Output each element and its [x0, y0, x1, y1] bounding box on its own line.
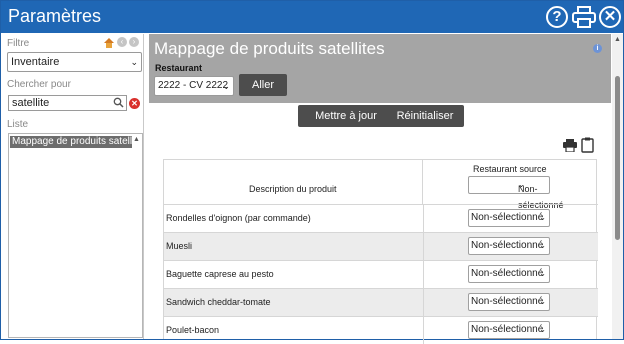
table-row: Muesli Non-sélectionné ⌄: [164, 232, 598, 260]
column-header-source-label: Restaurant source: [473, 164, 547, 174]
source-filter-select[interactable]: Non-sélectionné ⌄: [468, 176, 564, 210]
print-icon[interactable]: [563, 139, 577, 152]
back-icon[interactable]: ‹: [117, 37, 127, 47]
update-button[interactable]: Mettre à jour: [298, 105, 394, 127]
clipboard-icon[interactable]: [581, 137, 594, 153]
filter-select[interactable]: Inventaire ⌄: [7, 52, 142, 72]
page-title: Mappage de produits satellites: [154, 39, 385, 58]
chevron-down-icon: ⌄: [539, 297, 546, 306]
source-restaurant-select[interactable]: Non-sélectionné ⌄: [468, 265, 550, 283]
source-select-value: Non-sélectionné: [471, 240, 544, 251]
column-divider: [423, 205, 424, 232]
main-panel: Mappage de produits satellites i Restaur…: [149, 34, 623, 344]
column-header-description: Description du produit: [164, 160, 423, 204]
product-description: Muesli: [166, 241, 193, 251]
settings-window: Paramètres ? ✕ Filtre ‹ › Inventaire ⌄ C…: [0, 0, 624, 344]
restaurant-select-value: 2222 - CV 2222: [158, 80, 229, 91]
product-description: Sandwich cheddar-tomate: [166, 297, 271, 307]
table-row: Rondelles d'oignon (par commande) Non-sé…: [164, 204, 598, 232]
column-divider: [423, 289, 424, 316]
result-list: Mappage de produits satellites ▲: [8, 133, 143, 338]
product-description: Poulet-bacon: [166, 325, 220, 335]
column-divider: [423, 261, 424, 288]
column-divider: [423, 233, 424, 260]
search-input[interactable]: satellite: [8, 95, 127, 111]
source-restaurant-select[interactable]: Non-sélectionné ⌄: [468, 293, 550, 311]
title-bar: Paramètres ? ✕: [1, 1, 623, 33]
chevron-down-icon: ⌄: [539, 269, 546, 278]
scroll-up-icon[interactable]: ▲: [614, 36, 621, 43]
chevron-down-icon: ⌄: [518, 180, 525, 189]
page-header: Mappage de produits satellites i Restaur…: [149, 34, 611, 103]
search-label: Chercher pour: [7, 79, 71, 90]
close-icon[interactable]: ✕: [599, 6, 621, 28]
clear-search-icon[interactable]: ✕: [129, 98, 140, 109]
search-input-value: satellite: [12, 97, 50, 109]
chevron-down-icon: ⌄: [539, 213, 546, 222]
restaurant-label: Restaurant: [155, 63, 203, 73]
source-select-value: Non-sélectionné: [471, 324, 544, 335]
source-select-value: Non-sélectionné: [471, 268, 544, 279]
table-row: Sandwich cheddar-tomate Non-sélectionné …: [164, 288, 598, 316]
main-scrollbar[interactable]: ▲: [612, 34, 623, 339]
filter-select-value: Inventaire: [11, 56, 60, 68]
source-restaurant-select[interactable]: Non-sélectionné ⌄: [468, 321, 550, 339]
table-row: Baguette caprese au pesto Non-sélectionn…: [164, 260, 598, 288]
window-title: Paramètres: [8, 6, 102, 26]
source-restaurant-select[interactable]: Non-sélectionné ⌄: [468, 237, 550, 255]
chevron-down-icon: ⌄: [130, 57, 138, 67]
sidebar: Filtre ‹ › Inventaire ⌄ Chercher pour sa…: [4, 34, 144, 339]
list-label: Liste: [7, 119, 29, 130]
column-header-source: Restaurant source Non-sélectionné ⌄: [424, 160, 598, 210]
filter-label: Filtre: [7, 38, 30, 49]
product-description: Rondelles d'oignon (par commande): [166, 213, 311, 223]
search-icon[interactable]: [113, 97, 124, 108]
forward-icon[interactable]: ›: [129, 37, 139, 47]
reset-button[interactable]: Réinitialiser: [386, 105, 464, 127]
print-icon[interactable]: [572, 6, 596, 28]
scroll-up-icon[interactable]: ▲: [132, 136, 141, 143]
mapping-table: Description du produit Restaurant source…: [163, 159, 598, 344]
info-icon[interactable]: i: [593, 44, 602, 53]
product-description: Baguette caprese au pesto: [166, 269, 274, 279]
column-header-description-label: Description du produit: [249, 184, 337, 194]
source-select-value: Non-sélectionné: [471, 212, 544, 223]
go-button[interactable]: Aller: [239, 74, 287, 96]
restaurant-select[interactable]: 2222 - CV 2222 ⌄: [154, 76, 234, 96]
list-scrollbar[interactable]: ▲: [132, 136, 141, 336]
source-restaurant-select[interactable]: Non-sélectionné ⌄: [468, 209, 550, 227]
chevron-down-icon: ⌄: [539, 325, 546, 334]
scrollbar-thumb[interactable]: [615, 76, 620, 240]
list-item[interactable]: Mappage de produits satellites: [10, 136, 132, 148]
home-icon[interactable]: [103, 37, 115, 48]
chevron-down-icon: ⌄: [539, 241, 546, 250]
chevron-down-icon: ⌄: [222, 81, 230, 91]
source-select-value: Non-sélectionné: [471, 296, 544, 307]
help-icon[interactable]: ?: [546, 6, 568, 28]
